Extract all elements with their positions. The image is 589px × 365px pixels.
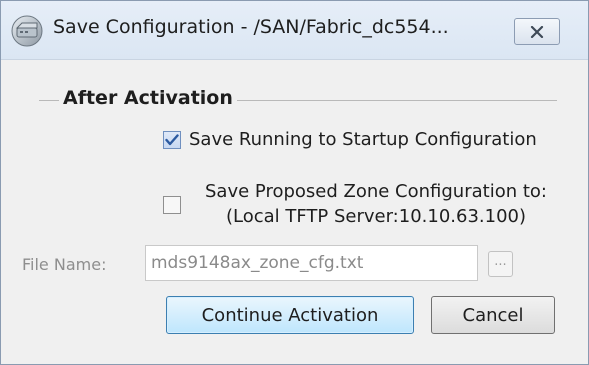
save-proposed-label-line1: Save Proposed Zone Configuration to: bbox=[205, 181, 547, 202]
close-icon bbox=[530, 25, 544, 38]
save-proposed-checkbox[interactable] bbox=[163, 196, 181, 214]
save-running-label: Save Running to Startup Configuration bbox=[189, 129, 537, 150]
close-button[interactable] bbox=[514, 18, 560, 45]
save-running-checkbox[interactable] bbox=[163, 131, 181, 149]
file-name-input[interactable]: mds9148ax_zone_cfg.txt bbox=[145, 245, 478, 281]
save-proposed-label-line2: (Local TFTP Server:10.10.63.100) bbox=[225, 206, 527, 227]
check-mark-icon bbox=[165, 134, 179, 146]
window-title: Save Configuration - /SAN/Fabric_dc554..… bbox=[53, 16, 449, 38]
continue-activation-button[interactable]: Continue Activation bbox=[166, 296, 414, 334]
continue-activation-label: Continue Activation bbox=[201, 304, 379, 326]
cancel-label: Cancel bbox=[462, 304, 524, 326]
save-configuration-dialog: Save Configuration - /SAN/Fabric_dc554..… bbox=[0, 0, 589, 365]
title-bar[interactable]: Save Configuration - /SAN/Fabric_dc554..… bbox=[1, 1, 588, 60]
file-name-label: File Name: bbox=[22, 255, 107, 274]
browse-button[interactable]: ... bbox=[488, 251, 513, 277]
group-title-after-activation: After Activation bbox=[59, 87, 237, 109]
network-device-icon bbox=[11, 15, 43, 47]
cancel-button[interactable]: Cancel bbox=[431, 296, 555, 334]
